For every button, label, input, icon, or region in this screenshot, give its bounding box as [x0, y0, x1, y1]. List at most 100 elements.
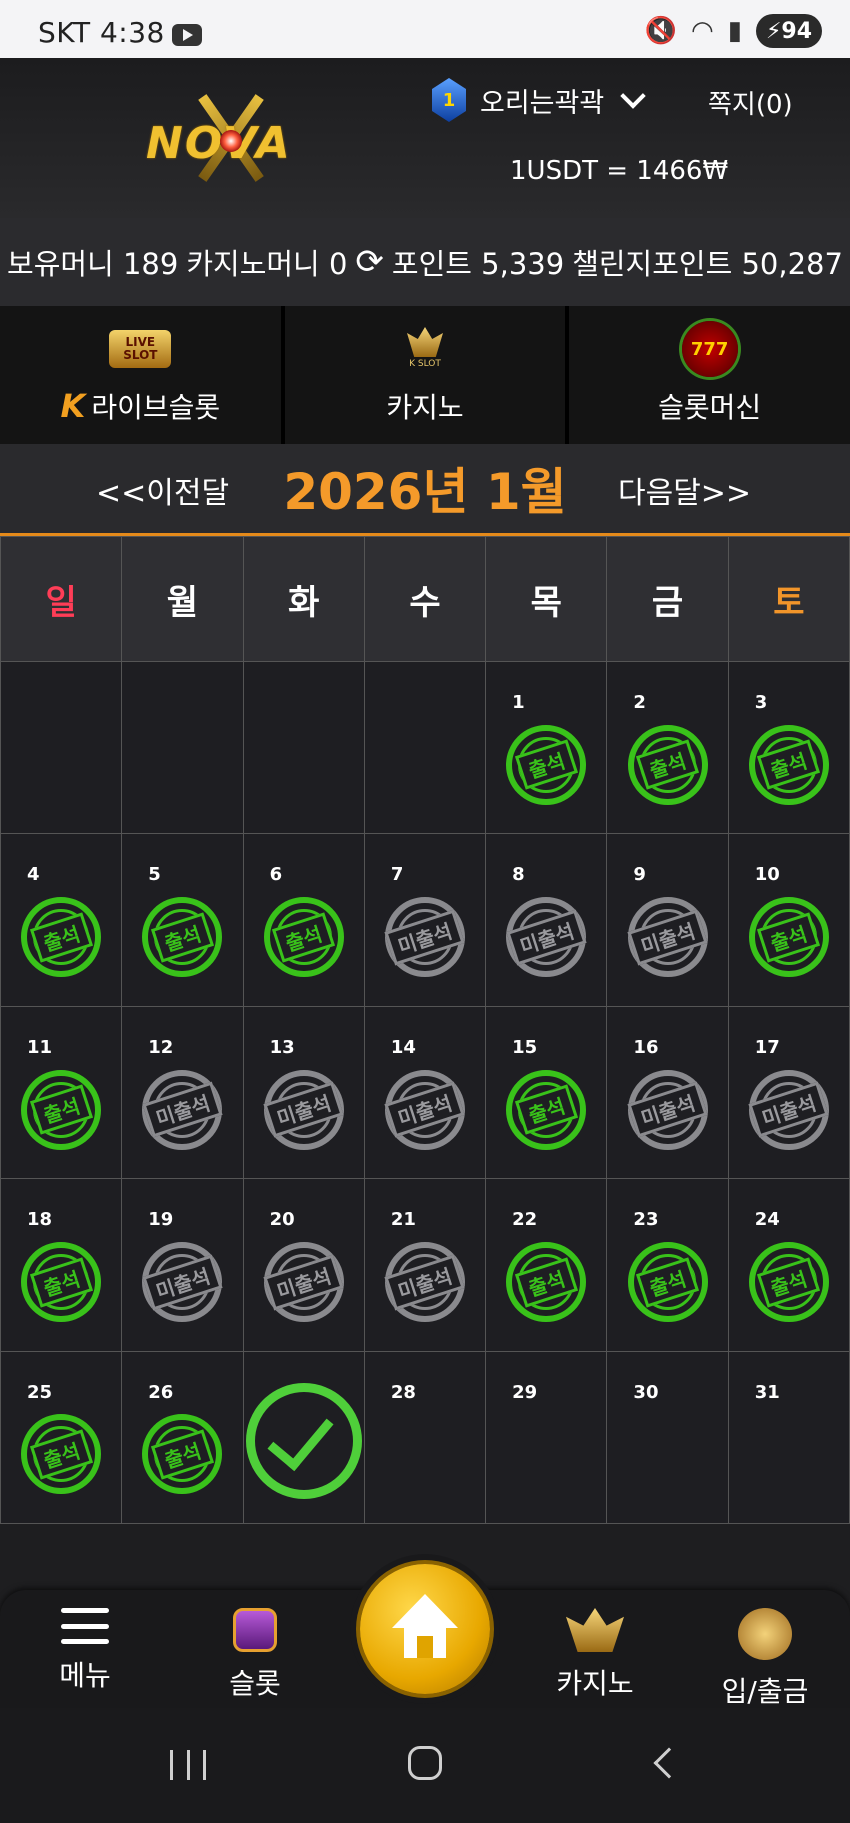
day-number: 21 — [390, 1209, 416, 1231]
day-number: 13 — [269, 1036, 295, 1058]
system-navigation — [0, 1708, 850, 1823]
calendar-day[interactable]: 2 출석 — [607, 662, 728, 834]
day-number: 7 — [390, 864, 404, 886]
day-number: 5 — [148, 864, 161, 886]
calendar-day[interactable]: 20 미출석 — [243, 1179, 364, 1351]
calendar-day[interactable]: 6 출석 — [243, 834, 364, 1006]
calendar-day — [243, 1351, 364, 1523]
day-number: 4 — [27, 864, 40, 886]
calendar-day[interactable]: 19 미출석 — [122, 1179, 243, 1351]
month-navigation: <<이전달 2026년 1월 다음달>> — [0, 444, 850, 536]
calendar-day[interactable]: 29 — [486, 1351, 607, 1523]
refresh-icon[interactable]: ⟳ — [355, 242, 384, 282]
absent-stamp-icon: 미출석 — [506, 897, 587, 978]
category-live-slot[interactable]: LIVE SLOT K 라이브슬롯 — [0, 306, 281, 444]
calendar-day[interactable]: 3 출석 — [728, 662, 849, 834]
calendar-day[interactable]: 28 — [364, 1351, 486, 1523]
weekday-header: 토 — [728, 537, 849, 661]
balance-bar: 보유머니 189 카지노머니 0 ⟳ 포인트 5,339 챌린지포인트 50,2… — [0, 218, 850, 306]
calendar-day[interactable]: 4 출석 — [1, 834, 122, 1006]
calendar-day[interactable]: 23 출석 — [607, 1179, 728, 1351]
category-label: 슬롯머신 — [658, 391, 762, 424]
day-number: 24 — [754, 1209, 780, 1231]
day-number: 6 — [269, 864, 283, 886]
calendar-day[interactable]: 17 미출석 — [728, 1006, 849, 1179]
system-home-icon[interactable] — [408, 1746, 442, 1780]
recent-apps-icon[interactable] — [170, 1750, 206, 1780]
calendar-day[interactable]: 26 출석 — [122, 1351, 243, 1523]
calendar-day[interactable]: 25 출석 — [1, 1351, 122, 1523]
attended-stamp-icon: 출석 — [506, 1069, 587, 1150]
attended-stamp-icon: 출석 — [263, 897, 344, 978]
day-number: 15 — [512, 1036, 538, 1058]
777-slots-icon: 777 — [681, 321, 738, 377]
day-number: 10 — [754, 864, 780, 886]
absent-stamp-icon: 미출석 — [627, 897, 708, 978]
home-button[interactable] — [360, 1564, 490, 1694]
mute-icon: 🔇 — [644, 16, 677, 46]
calendar-day[interactable]: 7 미출석 — [364, 834, 486, 1006]
calendar-day[interactable]: 11 출석 — [1, 1006, 122, 1179]
day-number: 31 — [754, 1381, 780, 1403]
attended-stamp-icon: 출석 — [21, 1242, 102, 1323]
calendar-day[interactable]: 22 출석 — [486, 1179, 607, 1351]
back-icon[interactable] — [653, 1747, 685, 1779]
home-icon — [392, 1594, 458, 1660]
checkmark-icon[interactable] — [245, 1382, 362, 1499]
weekday-header: 목 — [486, 537, 607, 661]
day-number: 26 — [148, 1381, 174, 1403]
day-number: 14 — [390, 1036, 416, 1058]
calendar-day[interactable]: 8 미출석 — [486, 834, 607, 1006]
nav-casino[interactable]: 카지노 — [530, 1608, 660, 1702]
absent-stamp-icon: 미출석 — [384, 897, 466, 978]
next-month-button[interactable]: 다음달>> — [618, 468, 751, 512]
day-number: 12 — [148, 1036, 174, 1058]
day-number: 30 — [633, 1381, 659, 1403]
category-slot-machine[interactable]: 777 슬롯머신 — [569, 306, 850, 444]
youtube-icon — [172, 24, 202, 46]
absent-stamp-icon: 미출석 — [384, 1242, 466, 1323]
absent-stamp-icon: 미출석 — [627, 1069, 708, 1150]
calendar-day[interactable]: 10 출석 — [728, 834, 849, 1006]
calendar-day[interactable]: 12 미출석 — [122, 1006, 243, 1179]
absent-stamp-icon: 미출석 — [384, 1069, 466, 1150]
calendar-day[interactable]: 16 미출석 — [607, 1006, 728, 1179]
messages-link[interactable]: 쪽지(0) — [708, 84, 793, 121]
points-balance: 포인트 5,339 — [391, 247, 565, 281]
wifi-icon: ◠ — [691, 16, 714, 46]
calendar-day[interactable]: 21 미출석 — [364, 1179, 486, 1351]
category-casino[interactable]: K SLOT 카지노 — [284, 306, 566, 444]
nav-slot[interactable]: 슬롯 — [190, 1608, 320, 1702]
calendar-day[interactable]: 31 — [728, 1351, 849, 1523]
calendar-day — [243, 662, 364, 834]
attended-stamp-icon: 출석 — [627, 1242, 708, 1323]
calendar-day[interactable]: 5 출석 — [122, 834, 243, 1006]
day-number: 17 — [754, 1036, 780, 1058]
logo-text: NOVA — [146, 118, 292, 169]
calendar-day[interactable]: 18 출석 — [1, 1179, 122, 1351]
category-tabs: LIVE SLOT K 라이브슬롯 K SLOT 카지노 777 슬롯머신 — [0, 306, 850, 444]
absent-stamp-icon: 미출석 — [748, 1069, 830, 1150]
money-balance: 보유머니 189 — [7, 247, 179, 281]
day-number: 22 — [512, 1209, 538, 1231]
calendar-day[interactable]: 24 출석 — [728, 1179, 849, 1351]
nova-logo[interactable]: NOVA — [146, 88, 318, 188]
nav-label: 카지노 — [556, 1667, 634, 1700]
calendar-day[interactable]: 14 미출석 — [364, 1006, 486, 1179]
calendar-day[interactable]: 1 출석 — [486, 662, 607, 834]
calendar-day[interactable]: 13 미출석 — [243, 1006, 364, 1179]
site-header: NOVA 1 오리는곽곽 쪽지(0) 1USDT = 1466₩ — [0, 58, 850, 218]
nav-menu[interactable]: 메뉴 — [20, 1608, 150, 1694]
chevron-down-icon — [620, 83, 646, 109]
weekday-header: 수 — [364, 537, 486, 661]
k-logo-icon: K — [60, 387, 86, 425]
slot-machine-icon — [233, 1608, 277, 1652]
day-number: 28 — [390, 1381, 416, 1403]
calendar-day[interactable]: 30 — [607, 1351, 728, 1523]
calendar-day[interactable]: 9 미출석 — [607, 834, 728, 1006]
user-menu[interactable]: 1 오리는곽곽 — [432, 78, 646, 122]
signal-icon: ▮ — [727, 16, 742, 46]
calendar-day[interactable]: 15 출석 — [486, 1006, 607, 1179]
nav-deposit-withdraw[interactable]: 입/출금 — [700, 1608, 830, 1710]
day-number: 19 — [148, 1209, 174, 1231]
